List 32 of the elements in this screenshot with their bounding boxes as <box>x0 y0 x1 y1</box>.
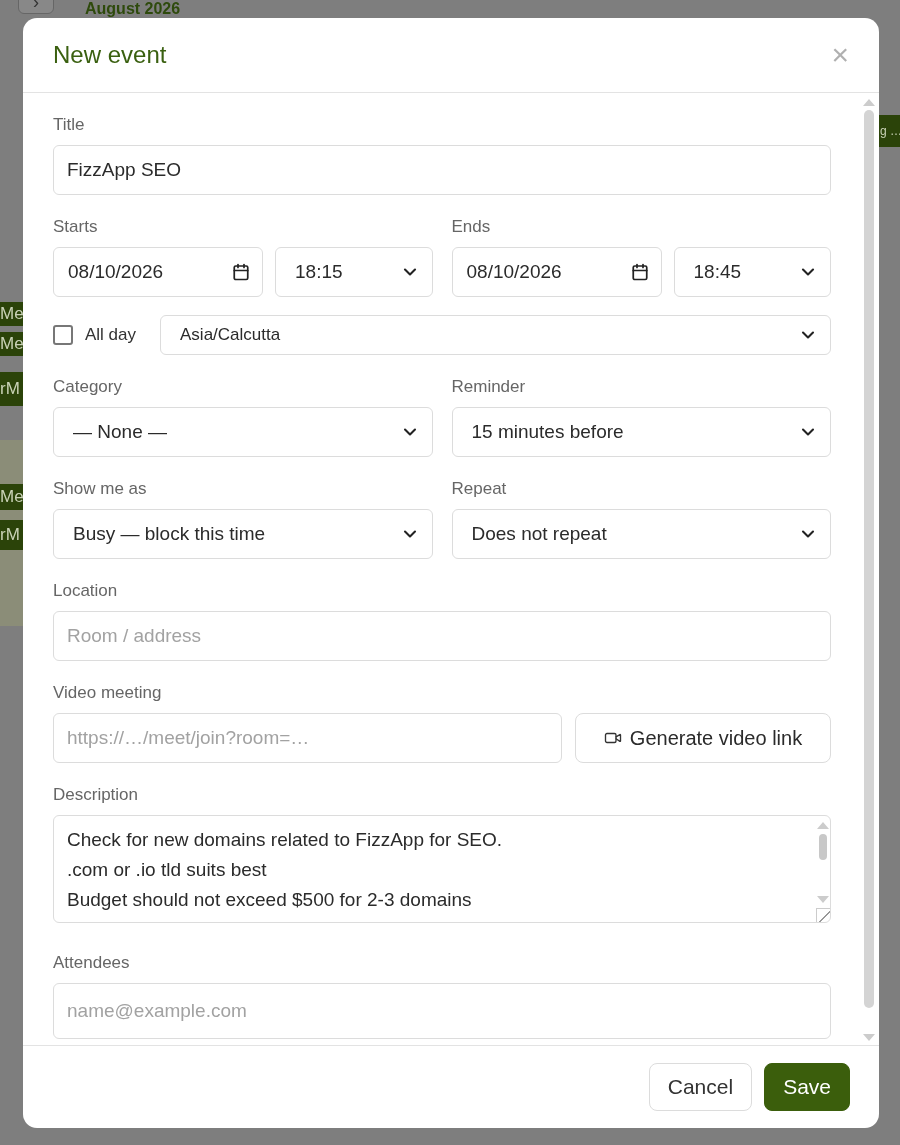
field-label: Category <box>53 377 123 397</box>
checkbox-label: All day <box>85 325 137 345</box>
month-title: August 2026 <box>85 0 181 18</box>
field-label: Starts <box>53 217 99 237</box>
field-label: Ends <box>451 217 492 237</box>
title-input[interactable]: FizzApp SEO <box>53 145 831 195</box>
field-label: Show me as <box>53 479 148 499</box>
field-label: Video meeting <box>53 683 163 703</box>
date-input[interactable]: 08/10/2026 <box>53 247 263 297</box>
category-select[interactable]: — None — <box>53 407 433 457</box>
field-label: Attendees <box>53 953 131 973</box>
availability-select[interactable]: Busy — block this time <box>53 509 433 559</box>
date-input[interactable]: 08/10/2026 <box>451 247 662 297</box>
save-button[interactable]: Save <box>764 1063 850 1111</box>
field-label: Description <box>53 785 140 805</box>
all-day-checkbox[interactable] <box>53 325 73 345</box>
repeat-select[interactable]: Does not repeat <box>451 509 831 559</box>
timezone-select[interactable]: Asia/Calcutta <box>160 315 831 355</box>
calendar-icon <box>630 263 649 281</box>
field-label: Repeat <box>451 479 508 499</box>
dialog-title: New event <box>53 41 167 69</box>
event-chip[interactable]: g … <box>879 115 900 147</box>
cancel-button[interactable]: Cancel <box>648 1063 753 1111</box>
time-select[interactable]: 18:45 <box>673 247 831 297</box>
time-select[interactable]: 18:15 <box>275 247 433 297</box>
calendar-icon <box>232 263 250 281</box>
field-label: Location <box>53 581 119 601</box>
next-month-button[interactable]: › <box>18 0 54 14</box>
field-label: Title <box>53 115 86 135</box>
field-label: Reminder <box>451 377 527 397</box>
generate-video-link-button[interactable]: Generate video link <box>575 713 831 763</box>
reminder-select[interactable]: 15 minutes before <box>451 407 831 457</box>
